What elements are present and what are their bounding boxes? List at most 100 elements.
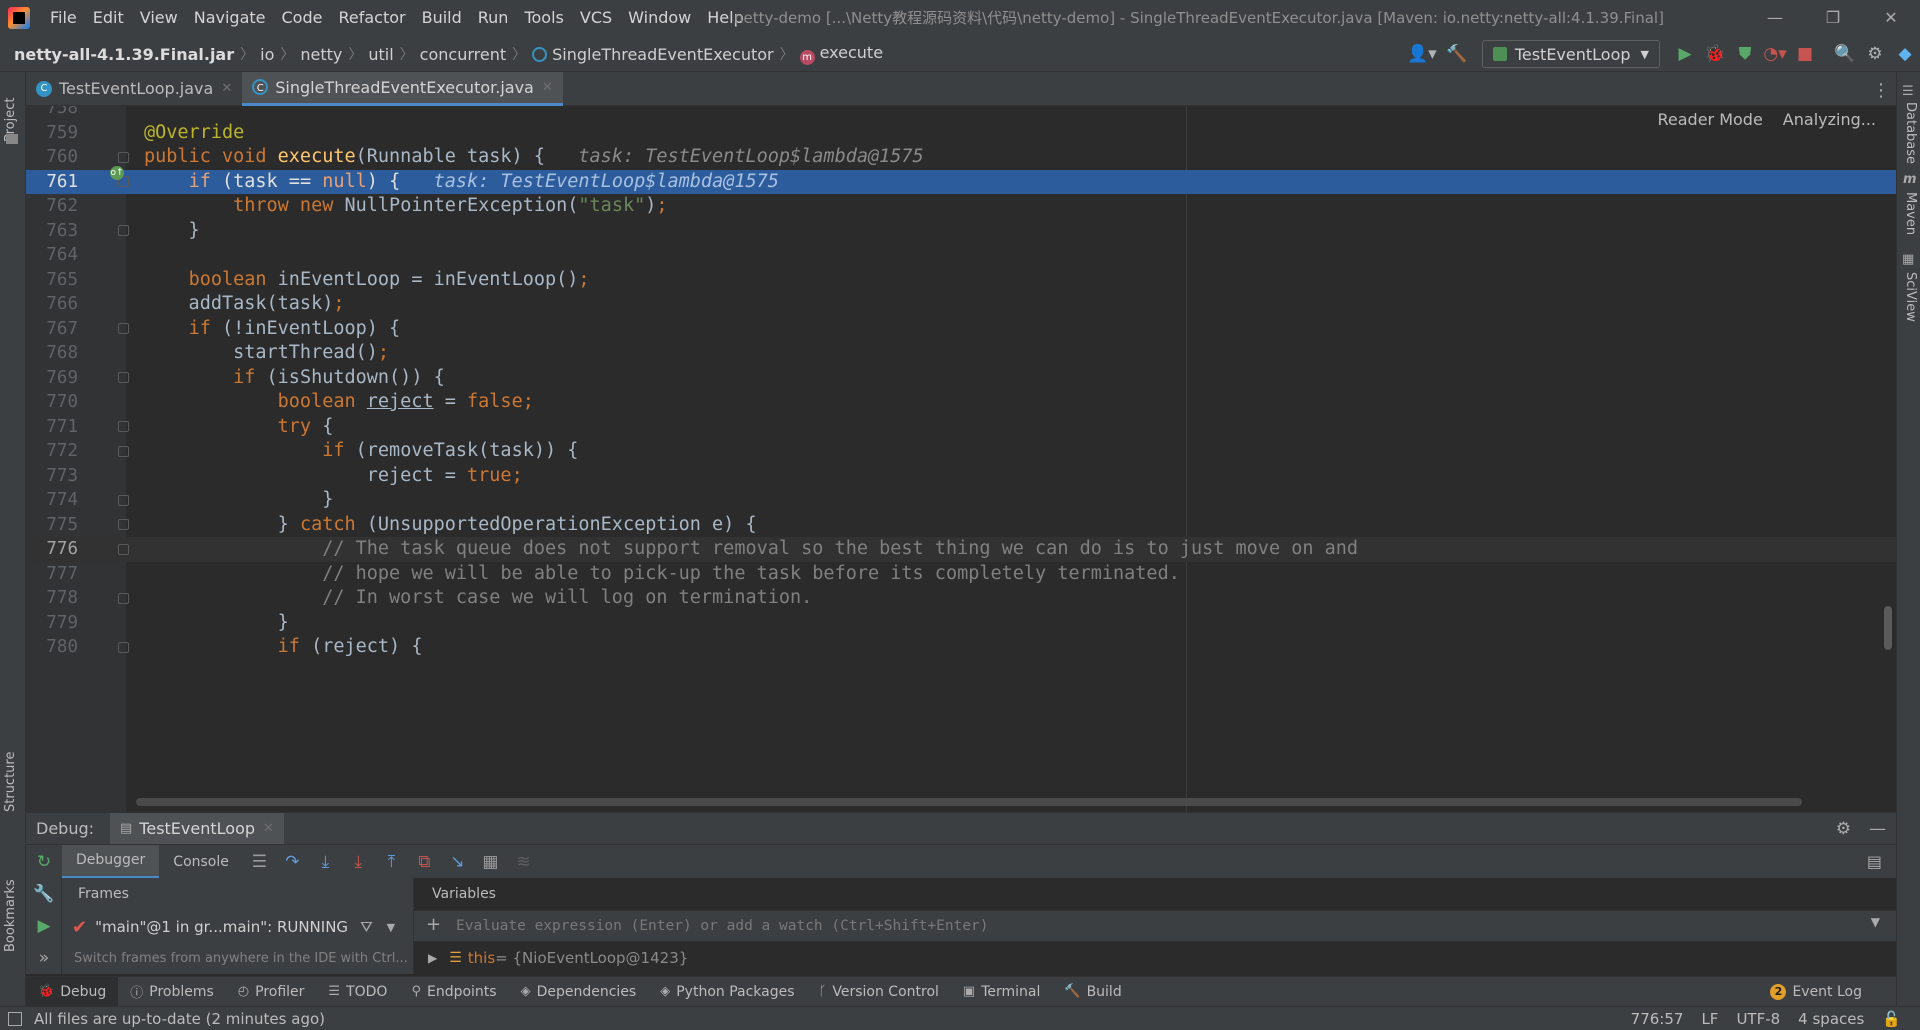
breadcrumb-package-concurrent[interactable]: concurrent: [420, 45, 506, 64]
tool-todo[interactable]: ☰ TODO: [316, 977, 399, 1007]
code-editor[interactable]: 758 759 @Override 760 public void execute(Ru…: [26, 106, 1896, 812]
menu-navigate[interactable]: Navigate: [186, 0, 274, 36]
tool-dependencies[interactable]: ◈ Dependencies: [509, 977, 649, 1007]
evaluate-expression-input[interactable]: Evaluate expression (Enter) or add a wat…: [456, 911, 989, 941]
breadcrumb-class[interactable]: SingleThreadEventExecutor: [532, 45, 774, 64]
code-line[interactable]: 778 // In worst case we will log on term…: [26, 586, 1896, 611]
line-number[interactable]: 768: [26, 341, 78, 366]
debug-bug-icon[interactable]: 🐞: [1700, 44, 1730, 64]
fold-marker-icon[interactable]: [118, 543, 129, 555]
menu-tools[interactable]: Tools: [516, 0, 571, 36]
line-number[interactable]: 773: [26, 464, 78, 489]
fold-marker-icon[interactable]: [118, 421, 129, 433]
menu-vcs[interactable]: VCS: [572, 0, 620, 36]
tool-debug[interactable]: 🐞 Debug: [26, 976, 119, 1007]
chevron-down-icon[interactable]: ▼: [387, 921, 395, 934]
tool-terminal[interactable]: ▣ Terminal: [951, 977, 1052, 1007]
override-method-icon[interactable]: o↑: [110, 166, 124, 180]
close-icon[interactable]: ✕: [542, 80, 553, 95]
hide-panel-icon[interactable]: —: [1869, 819, 1886, 839]
line-number[interactable]: 776: [26, 537, 78, 562]
variable-row[interactable]: ▶ ☰ this = {NioEventLoop@1423}: [414, 942, 1896, 974]
fold-marker-icon[interactable]: [118, 494, 129, 506]
layout-icon[interactable]: ☰: [243, 852, 276, 872]
filter-icon[interactable]: ⛛: [360, 918, 373, 936]
code-line[interactable]: 763 }: [26, 219, 1896, 244]
breadcrumb-method[interactable]: m execute: [799, 43, 883, 65]
bookmarks-tool-tab[interactable]: Bookmarks: [3, 879, 18, 952]
sciview-tool-tab[interactable]: SciView: [1903, 272, 1918, 322]
tool-version-control[interactable]: ᚴ Version Control: [807, 977, 951, 1007]
resume-program-icon[interactable]: ▶: [26, 910, 62, 942]
breadcrumb-package-util[interactable]: util: [368, 45, 393, 64]
build-hammer-icon[interactable]: 🔨: [1442, 44, 1472, 64]
run-config-select[interactable]: TestEventLoop ▼: [1481, 40, 1660, 68]
thread-select[interactable]: ✔ "main"@1 in gr...main": RUNNING ⛛ ▼: [72, 913, 412, 941]
run-to-cursor-icon[interactable]: ↘: [441, 852, 474, 872]
menu-file[interactable]: File: [42, 0, 85, 36]
debug-session-tab[interactable]: ▤ TestEventLoop ✕: [110, 813, 284, 845]
vertical-scrollbar[interactable]: [1884, 606, 1892, 650]
fold-marker-icon[interactable]: [118, 641, 129, 653]
fold-marker-icon[interactable]: [118, 372, 129, 384]
menu-build[interactable]: Build: [414, 0, 470, 36]
step-out-icon[interactable]: ⤒: [375, 852, 408, 872]
file-encoding[interactable]: UTF-8: [1727, 1010, 1789, 1028]
rerun-icon[interactable]: ↻: [26, 852, 62, 872]
add-watch-icon[interactable]: +: [426, 914, 441, 935]
code-line[interactable]: 762 throw new NullPointerException("task…: [26, 194, 1896, 219]
toggle-tool-windows-icon[interactable]: [8, 1012, 22, 1026]
profile-icon[interactable]: ◔▾: [1760, 44, 1790, 64]
fold-marker-icon[interactable]: [118, 519, 129, 531]
code-line[interactable]: 764: [26, 243, 1896, 268]
lock-icon[interactable]: 🔓: [1873, 1010, 1910, 1028]
reader-mode-button[interactable]: Reader Mode: [1647, 110, 1772, 129]
force-step-into-icon[interactable]: ⤓: [342, 852, 375, 872]
tab-singlethreadeventexecutor[interactable]: C SingleThreadEventExecutor.java ✕: [242, 71, 563, 106]
code-line[interactable]: 766 addTask(task);: [26, 292, 1896, 317]
code-line[interactable]: 777 // hope we will be able to pick-up t…: [26, 562, 1896, 587]
close-window-button[interactable]: ✕: [1862, 0, 1920, 36]
line-number[interactable]: 772: [26, 439, 78, 464]
event-log-button[interactable]: 2 Event Log: [1770, 977, 1862, 1007]
code-line[interactable]: 772 if (removeTask(task)) {: [26, 439, 1896, 464]
code-line[interactable]: 773 reject = true;: [26, 464, 1896, 489]
close-icon[interactable]: ✕: [221, 81, 232, 96]
code-line[interactable]: 761 if (task == null) { task: TestEventL…: [26, 169, 1896, 195]
line-number[interactable]: 761: [26, 170, 78, 195]
line-number[interactable]: 766: [26, 292, 78, 317]
step-into-icon[interactable]: ⤓: [309, 852, 342, 872]
tool-endpoints[interactable]: ⚲ Endpoints: [399, 977, 508, 1007]
line-number[interactable]: 767: [26, 317, 78, 342]
code-line[interactable]: 768 startThread();: [26, 341, 1896, 366]
line-number[interactable]: 779: [26, 611, 78, 636]
tool-build[interactable]: 🔨 Build: [1052, 977, 1133, 1007]
line-number[interactable]: 770: [26, 390, 78, 415]
menu-window[interactable]: Window: [620, 0, 699, 36]
plugin-logo-icon[interactable]: ◆: [1890, 44, 1920, 64]
line-number[interactable]: 774: [26, 488, 78, 513]
breadcrumb-jar[interactable]: netty-all-4.1.39.Final.jar: [14, 45, 234, 64]
evaluate-expression-icon[interactable]: ▦: [474, 852, 507, 872]
tool-python-packages[interactable]: ◈ Python Packages: [648, 977, 806, 1007]
code-line[interactable]: 769 if (isShutdown()) {: [26, 366, 1896, 391]
fold-marker-icon[interactable]: [118, 323, 129, 335]
menu-view[interactable]: View: [132, 0, 186, 36]
intellij-logo-icon[interactable]: [8, 7, 30, 29]
line-separator[interactable]: LF: [1692, 1010, 1727, 1028]
restore-button[interactable]: ❐: [1804, 0, 1862, 36]
code-line[interactable]: 771 try {: [26, 415, 1896, 440]
user-icon[interactable]: 👤▾: [1402, 44, 1442, 64]
menu-run[interactable]: Run: [470, 0, 517, 36]
line-number[interactable]: 765: [26, 268, 78, 293]
run-icon[interactable]: ▶: [1670, 44, 1700, 64]
settings-gear-icon[interactable]: ⚙: [1860, 44, 1890, 64]
menu-refactor[interactable]: Refactor: [330, 0, 413, 36]
tool-problems[interactable]: ⓘ Problems: [118, 977, 226, 1007]
expand-arrow-icon[interactable]: ▶: [428, 951, 437, 965]
fold-marker-icon[interactable]: [118, 151, 129, 163]
line-number[interactable]: 758: [26, 106, 78, 121]
more-options-icon[interactable]: ⋮: [1872, 80, 1890, 101]
code-line[interactable]: 758: [26, 106, 1896, 121]
horizontal-scrollbar[interactable]: [136, 798, 1802, 806]
